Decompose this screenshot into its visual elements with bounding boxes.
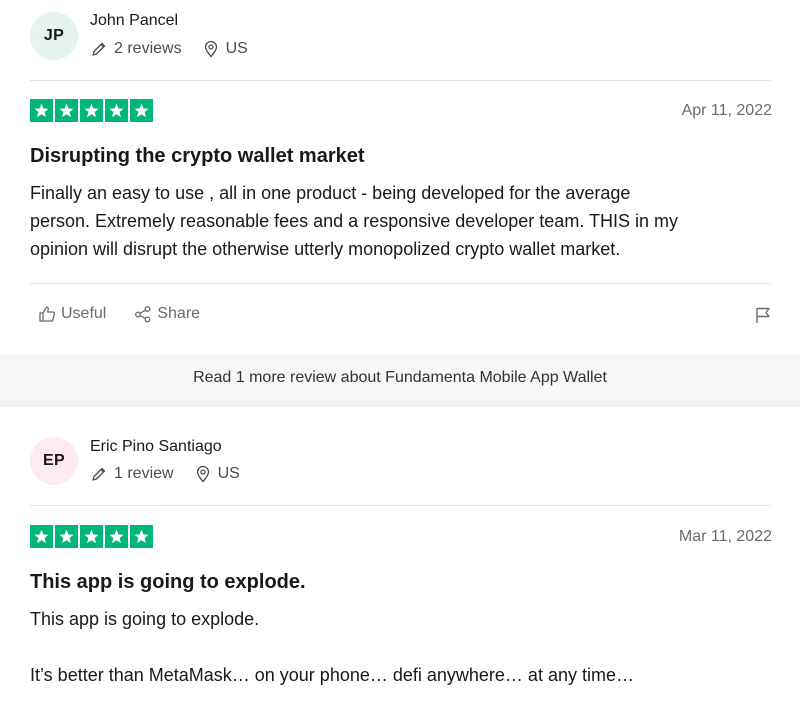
star-rating (30, 99, 153, 122)
review-body-line: It’s better than MetaMask… on your phone… (30, 665, 634, 685)
review-title[interactable]: This app is going to explode. (30, 571, 306, 594)
location-pin-icon (194, 465, 212, 483)
divider (30, 283, 771, 284)
star-icon (105, 525, 128, 548)
star-rating (30, 525, 153, 548)
review-body-line: This app is going to explode. (30, 609, 260, 629)
share-button[interactable]: Share (134, 305, 200, 323)
star-icon (55, 99, 78, 122)
review-body-line: opinion will disrupt the otherwise utter… (30, 239, 621, 259)
review-card: JP John Pancel 2 reviews US Apr 11, 2022… (0, 0, 800, 355)
review-date: Mar 11, 2022 (678, 528, 772, 545)
reviewer-country: US (225, 40, 248, 57)
reviewer-name[interactable]: John Pancel (90, 12, 178, 30)
reviewer-name[interactable]: Eric Pino Santiago (90, 438, 222, 456)
star-icon (80, 99, 103, 122)
report-flag-button[interactable] (754, 306, 772, 329)
star-icon (130, 99, 153, 122)
star-icon (30, 99, 53, 122)
star-icon (130, 525, 153, 548)
reviewer-country: US (217, 465, 240, 482)
read-more-label: Read 1 more review about Fundamenta Mobi… (193, 368, 607, 386)
review-count: 2 reviews (114, 40, 182, 57)
review-date: Apr 11, 2022 (681, 102, 772, 119)
pencil-icon (90, 40, 108, 58)
star-icon (55, 525, 78, 548)
review-body: Finally an easy to use , all in one prod… (30, 179, 770, 263)
divider (30, 80, 771, 81)
review-actions: Useful Share (38, 305, 228, 323)
star-icon (80, 525, 103, 548)
review-title[interactable]: Disrupting the crypto wallet market (30, 145, 365, 168)
read-more-link[interactable]: Read 1 more review about Fundamenta Mobi… (0, 355, 800, 400)
review-card: EP Eric Pino Santiago 1 review US Mar 11… (0, 407, 800, 719)
avatar[interactable]: JP (30, 12, 78, 60)
divider (30, 505, 771, 506)
reviewer-meta: 1 review US (90, 465, 240, 483)
review-body-line: Finally an easy to use , all in one prod… (30, 183, 631, 203)
avatar[interactable]: EP (30, 437, 78, 485)
review-body-line: person. Extremely reasonable fees and a … (30, 211, 678, 231)
flag-icon (756, 307, 770, 323)
location-pin-icon (202, 40, 220, 58)
share-icon (135, 306, 151, 323)
review-body-blank-line (30, 633, 770, 661)
star-icon (30, 525, 53, 548)
thumbs-up-icon (39, 306, 56, 322)
reviewer-meta: 2 reviews US (90, 40, 248, 58)
review-body: This app is going to explode. It’s bette… (30, 605, 770, 689)
share-label: Share (157, 305, 201, 322)
review-count: 1 review (114, 465, 174, 482)
pencil-icon (90, 465, 108, 483)
useful-label: Useful (61, 305, 107, 322)
useful-button[interactable]: Useful (38, 305, 106, 323)
star-icon (105, 99, 128, 122)
